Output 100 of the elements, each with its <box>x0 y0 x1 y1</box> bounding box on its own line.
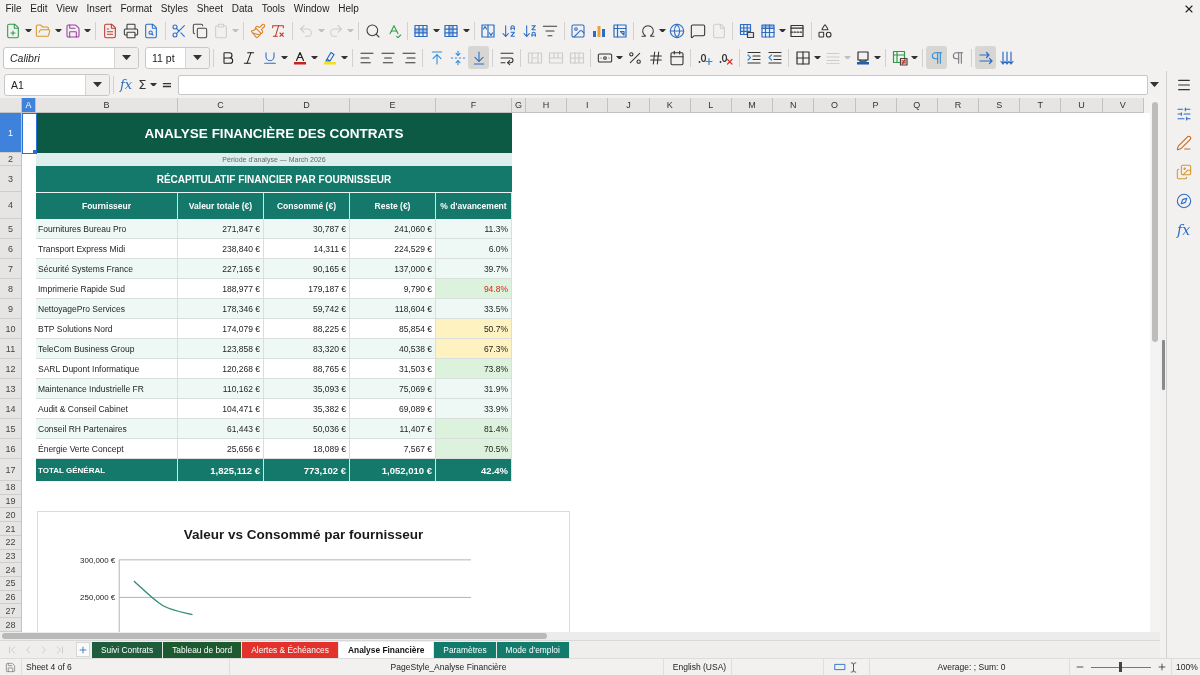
column-header[interactable]: P <box>855 98 897 113</box>
dropdown-button[interactable] <box>185 47 209 68</box>
row-header[interactable]: 13 <box>0 379 22 399</box>
row-header[interactable]: 11 <box>0 339 22 359</box>
total-cell: 773,102 € <box>264 459 350 481</box>
function-wizard-button[interactable]: fx <box>117 74 136 95</box>
column-header[interactable]: S <box>979 98 1021 113</box>
dropdown-button[interactable] <box>85 74 109 95</box>
column-header[interactable]: R <box>937 98 980 113</box>
table-cell: 241,060 € <box>350 219 436 239</box>
menu-item[interactable]: Help <box>333 1 364 16</box>
column-header[interactable]: I <box>567 98 609 113</box>
zoom-percent-text[interactable]: 100% <box>1172 662 1198 672</box>
menu-item[interactable]: Sheet <box>192 1 228 16</box>
row-header[interactable]: 10 <box>0 319 22 339</box>
table-cell: 67.3% <box>436 339 512 359</box>
column-heading: Consommé (€) <box>264 192 350 219</box>
undo-icon <box>298 22 315 39</box>
column-header[interactable]: C <box>178 98 264 113</box>
row-header[interactable]: 24 <box>0 563 22 578</box>
menu-item[interactable]: Insert <box>82 1 116 16</box>
total-cell: 1,825,112 € <box>178 459 264 481</box>
caret-icon <box>462 28 470 33</box>
menu-item[interactable]: Window <box>289 1 334 16</box>
sheet-tab[interactable]: Analyse Financière <box>338 641 435 658</box>
caret-icon <box>341 55 348 60</box>
caret-icon <box>616 55 623 60</box>
left-to-right-button[interactable] <box>926 46 947 69</box>
row-header[interactable]: 2 <box>0 153 22 166</box>
menu-item[interactable]: File <box>1 1 26 16</box>
row-header[interactable]: 9 <box>0 299 22 319</box>
row-header[interactable]: 5 <box>0 219 22 239</box>
formula-input[interactable] <box>178 74 1148 95</box>
menu-item[interactable]: View <box>51 1 83 16</box>
row-header[interactable]: 16 <box>0 439 22 459</box>
language-text[interactable]: English (USA) <box>668 662 727 672</box>
menu-item[interactable]: Format <box>116 1 157 16</box>
supplier-cell: SARL Dupont Informatique <box>36 359 178 379</box>
menu-item[interactable]: Tools <box>257 1 290 16</box>
column-header[interactable]: D <box>264 98 350 113</box>
row-header[interactable]: 7 <box>0 259 22 279</box>
row-header[interactable]: 20 <box>0 508 22 523</box>
row-header[interactable]: 8 <box>0 279 22 299</box>
column-header[interactable]: G <box>512 98 526 113</box>
shapes-icon <box>817 22 834 39</box>
row-header[interactable]: 25 <box>0 577 22 591</box>
column-header[interactable]: L <box>690 98 732 113</box>
row-header[interactable]: 17 <box>0 459 22 481</box>
column-header[interactable]: J <box>608 98 650 113</box>
column-header[interactable]: F <box>436 98 512 113</box>
font-size-field[interactable]: 11 pt <box>145 46 210 69</box>
column-header[interactable]: N <box>773 98 815 113</box>
dropdown-button[interactable] <box>114 47 138 68</box>
caret-icon <box>778 28 786 33</box>
column-header[interactable]: U <box>1061 98 1103 113</box>
column-header[interactable]: O <box>814 98 856 113</box>
compass-icon <box>1175 193 1192 209</box>
sheet-tab[interactable]: Tableau de bord <box>163 641 243 658</box>
name-box[interactable]: A1 <box>4 73 110 96</box>
row-header[interactable]: 27 <box>0 604 22 619</box>
sheet-tab[interactable]: Mode d'emploi <box>496 641 570 658</box>
zoom-slider-thumb[interactable] <box>1119 662 1122 672</box>
column-header[interactable]: H <box>526 98 568 113</box>
row-header[interactable]: 4 <box>0 192 22 219</box>
row-header[interactable]: 21 <box>0 522 22 536</box>
row-header[interactable]: 15 <box>0 419 22 439</box>
sort-descending-icon <box>521 22 538 39</box>
column-header[interactable]: M <box>731 98 774 113</box>
menu-item[interactable]: Styles <box>156 1 193 16</box>
sum-button[interactable]: Σ <box>135 74 150 95</box>
row-header[interactable]: 14 <box>0 399 22 419</box>
column-header[interactable]: T <box>1020 98 1062 113</box>
page-style-text[interactable]: PageStyle_Analyse Financière <box>386 662 507 672</box>
sheet-tab[interactable]: Paramètres <box>434 641 497 658</box>
row-header[interactable]: 6 <box>0 239 22 259</box>
table-cell: 50,036 € <box>264 419 350 439</box>
column-header[interactable]: Q <box>896 98 938 113</box>
horizontal-scrollbar[interactable] <box>0 632 1160 640</box>
column-header[interactable]: V <box>1102 98 1144 113</box>
sheet-tab[interactable]: Suivi Contrats <box>92 641 164 658</box>
column-header[interactable]: K <box>649 98 691 113</box>
omega-icon <box>639 22 656 39</box>
menu-item[interactable]: Data <box>227 1 258 16</box>
column-header[interactable]: B <box>36 98 178 113</box>
formula-button[interactable]: = <box>158 74 176 95</box>
font-name-field[interactable]: Calibri <box>3 46 139 69</box>
sheet-tab[interactable]: Alertes & Échéances <box>242 641 339 658</box>
row-header[interactable]: 18 <box>0 481 22 495</box>
functions-button[interactable]: fx <box>1170 217 1197 243</box>
row-header[interactable]: 3 <box>0 166 22 192</box>
row-header[interactable]: 12 <box>0 359 22 379</box>
text-direction-button[interactable] <box>975 46 996 69</box>
supplier-cell: Énergie Verte Concept <box>36 439 178 459</box>
menu-item[interactable]: Edit <box>25 1 52 16</box>
column-header[interactable]: A <box>22 98 36 113</box>
row-header[interactable]: 1 <box>0 113 22 153</box>
sidebar-handle[interactable] <box>1161 340 1165 390</box>
row-header[interactable]: 28 <box>0 618 22 632</box>
column-header[interactable]: E <box>350 98 436 113</box>
table-cell: 85,854 € <box>350 319 436 339</box>
